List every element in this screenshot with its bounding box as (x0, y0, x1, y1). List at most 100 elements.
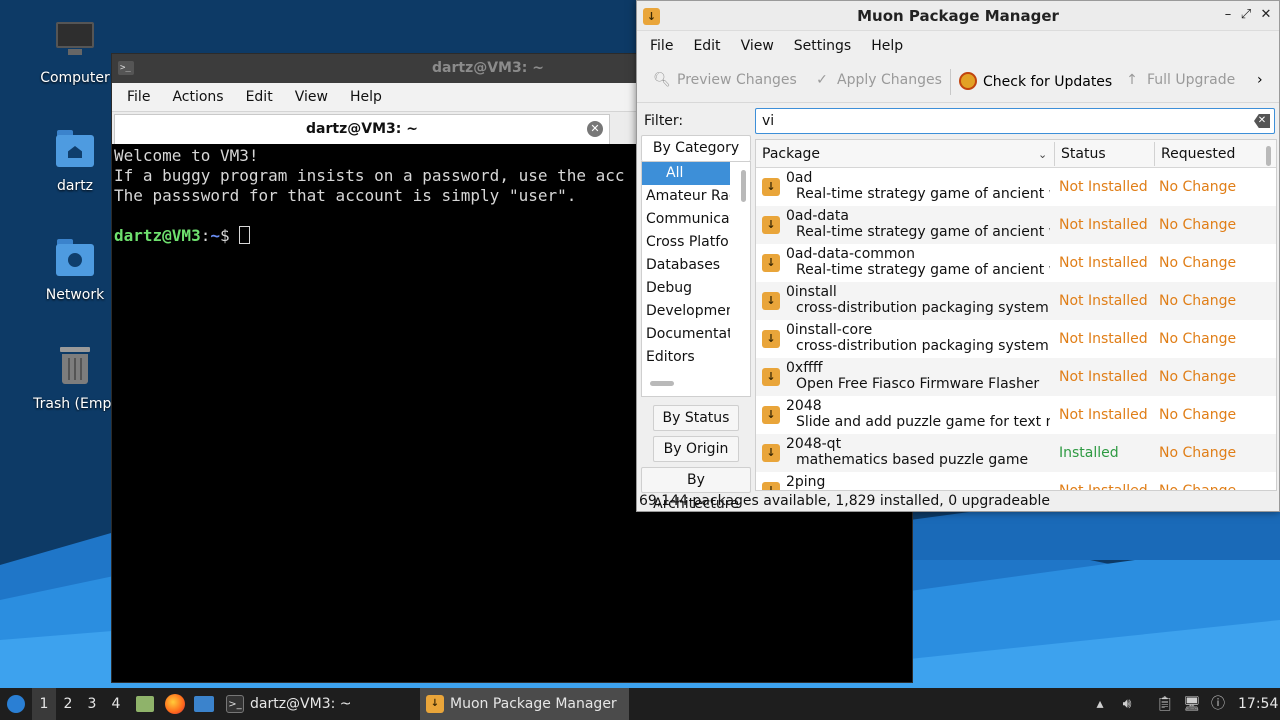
maximize-icon[interactable]: ⤢ (1237, 6, 1255, 24)
terminal-tab[interactable]: dartz@VM3: ~ ✕ (114, 114, 610, 144)
desktop-icon-home[interactable]: dartz (25, 126, 125, 194)
package-icon: ↓ (762, 406, 780, 424)
network-folder-icon (52, 235, 98, 281)
package-status: Not Installed (1059, 483, 1148, 491)
apply-changes-button[interactable]: ✓ Apply Changes (813, 72, 942, 88)
toolbar-overflow-chevron-icon[interactable]: › (1257, 72, 1263, 88)
preview-changes-button[interactable]: 🔍︎ Preview Changes (653, 72, 797, 88)
column-divider (1054, 142, 1055, 166)
check-for-updates-button[interactable]: Check for Updates (959, 72, 1112, 90)
category-item[interactable]: Developmen (642, 300, 730, 323)
toolbar-separator (950, 69, 951, 95)
category-item[interactable]: Cross Platfo (642, 231, 730, 254)
package-row[interactable]: ↓ 0install-core cross-distribution packa… (756, 320, 1276, 358)
column-header-package[interactable]: Package (762, 146, 820, 162)
desktop-icon-computer[interactable]: Computer (25, 18, 125, 86)
desktop-icon-label: Trash (Empt (33, 396, 117, 412)
column-header-requested[interactable]: Requested (1161, 146, 1235, 162)
terminal-cursor (239, 226, 251, 244)
clock[interactable]: 17:54 (1238, 688, 1278, 720)
workspace-2[interactable]: 2 (56, 688, 80, 720)
muon-window-title: Muon Package Manager (857, 7, 1059, 25)
workspace-3[interactable]: 3 (80, 688, 104, 720)
package-row[interactable]: ↓ 2ping Not Installed No Change (756, 472, 1276, 491)
category-item[interactable]: Debug (642, 277, 730, 300)
by-category-tab[interactable]: By Category (641, 135, 751, 161)
desktop-icon-network[interactable]: Network (25, 235, 125, 303)
column-header-status[interactable]: Status (1061, 146, 1106, 162)
muon-menu-file[interactable]: File (640, 38, 683, 54)
sort-chevron-down-icon[interactable]: ⌄ (1038, 148, 1047, 161)
clipboard-icon[interactable]: 📋︎ (1155, 694, 1175, 714)
package-requested: No Change (1159, 217, 1237, 233)
category-vertical-scrollbar[interactable] (741, 170, 746, 202)
package-description: Slide and add puzzle game for text m (796, 414, 1050, 430)
package-name: 0install-core (786, 322, 873, 338)
package-name: 0xffff (786, 360, 823, 376)
muon-menu-help[interactable]: Help (861, 38, 913, 54)
clear-filter-icon[interactable]: ✕ (1254, 114, 1270, 128)
package-row[interactable]: ↓ 0install cross-distribution packaging … (756, 282, 1276, 320)
task-muon[interactable]: ↓ Muon Package Manager (420, 688, 629, 720)
full-upgrade-button[interactable]: ↑ Full Upgrade (1123, 72, 1235, 88)
muon-menu-settings[interactable]: Settings (784, 38, 861, 54)
volume-icon[interactable]: 🔊︎ (1117, 694, 1137, 714)
muon-titlebar[interactable]: ↓ Muon Package Manager – ⤢ ✕ (637, 1, 1279, 31)
package-name: 0ad-data (786, 208, 849, 224)
filter-input[interactable] (762, 113, 1242, 129)
category-item[interactable]: Documentat (642, 323, 730, 346)
terminal-menu-file[interactable]: File (116, 89, 161, 105)
terminal-menu-help[interactable]: Help (339, 89, 393, 105)
minimize-icon[interactable]: – (1219, 6, 1237, 24)
workspace-4[interactable]: 4 (104, 688, 128, 720)
firefox-launcher[interactable] (162, 688, 186, 720)
category-item[interactable]: Databases (642, 254, 730, 277)
file-manager-launcher[interactable] (134, 688, 156, 720)
package-row[interactable]: ↓ 2048 Slide and add puzzle game for tex… (756, 396, 1276, 434)
filter-field[interactable]: ✕ (755, 108, 1275, 134)
task-terminal[interactable]: >_ dartz@VM3: ~ (220, 688, 364, 720)
task-muon-label: Muon Package Manager (450, 696, 617, 712)
preview-changes-label: Preview Changes (677, 72, 797, 88)
package-description: Real-time strategy game of ancient warfa… (796, 224, 1050, 240)
app-menu-button[interactable] (4, 688, 28, 720)
category-item[interactable]: Amateur Rad (642, 185, 730, 208)
close-icon[interactable]: ✕ (587, 121, 603, 137)
category-horizontal-scrollbar[interactable] (650, 381, 674, 386)
desktop-launcher[interactable] (192, 688, 216, 720)
notification-icon[interactable]: ⓘ (1208, 694, 1228, 714)
package-description: Open Free Fiasco Firmware Flasher (796, 376, 1040, 392)
terminal-menu-edit[interactable]: Edit (235, 89, 284, 105)
muon-menu-view[interactable]: View (731, 38, 784, 54)
package-requested: No Change (1159, 369, 1237, 385)
terminal-icon: >_ (226, 695, 244, 713)
table-vertical-scrollbar[interactable] (1266, 146, 1271, 166)
upgrade-arrow-icon: ↑ (1126, 72, 1138, 88)
app-menu-icon (7, 695, 25, 713)
muon-menu-edit[interactable]: Edit (683, 38, 730, 54)
package-row[interactable]: ↓ 0ad Real-time strategy game of ancient… (756, 168, 1276, 206)
terminal-menu-actions[interactable]: Actions (161, 89, 234, 105)
terminal-menu-view[interactable]: View (284, 89, 339, 105)
by-origin-tab[interactable]: By Origin (653, 436, 739, 462)
category-item[interactable]: Editors (642, 346, 730, 369)
package-row[interactable]: ↓ 0xffff Open Free Fiasco Firmware Flash… (756, 358, 1276, 396)
package-row[interactable]: ↓ 0ad-data-common Real-time strategy gam… (756, 244, 1276, 282)
close-icon[interactable]: ✕ (1257, 6, 1275, 24)
package-name: 0install (786, 284, 837, 300)
package-status: Not Installed (1059, 255, 1148, 271)
package-row[interactable]: ↓ 0ad-data Real-time strategy game of an… (756, 206, 1276, 244)
workspace-1[interactable]: 1 (32, 688, 56, 720)
by-status-tab[interactable]: By Status (653, 405, 739, 431)
package-table: Package ⌄ Status Requested ↓ 0ad Real-ti… (755, 139, 1277, 491)
category-item[interactable]: Communicat (642, 208, 730, 231)
package-icon: ↓ (762, 292, 780, 310)
firefox-icon (165, 694, 185, 714)
by-architecture-tab[interactable]: By Architecture (641, 467, 751, 512)
column-divider (1154, 142, 1155, 166)
package-row[interactable]: ↓ 2048-qt mathematics based puzzle game … (756, 434, 1276, 472)
tray-expand-icon[interactable]: ▴ (1090, 694, 1110, 714)
network-tray-icon[interactable]: 🖥︎ (1182, 694, 1202, 714)
category-item[interactable]: All (642, 162, 730, 185)
desktop-icon-trash[interactable]: Trash (Empt (25, 344, 125, 412)
